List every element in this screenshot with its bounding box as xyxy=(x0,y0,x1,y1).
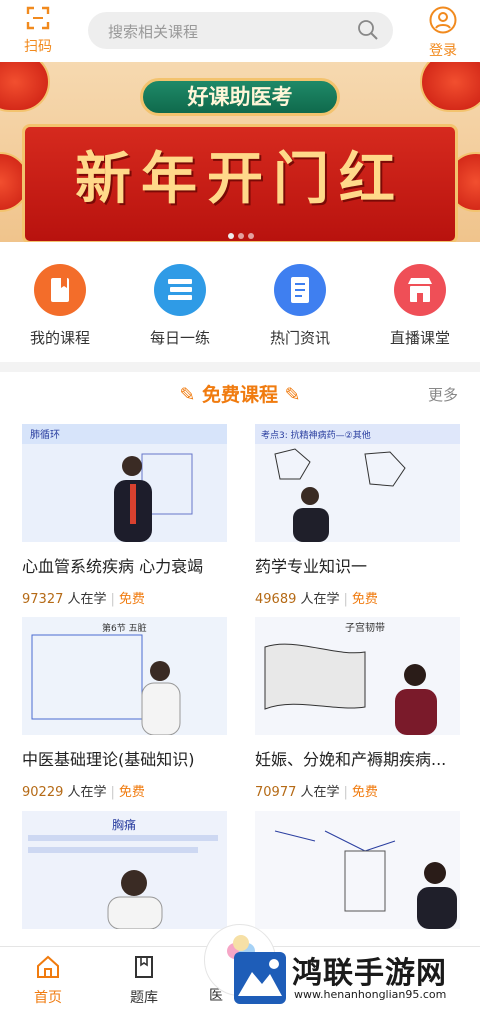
student-count: 90229 xyxy=(22,785,64,800)
watermark-logo-icon xyxy=(234,952,286,1004)
tab-questions[interactable]: 题库 xyxy=(114,955,174,1007)
thumb-text: 肺循环 xyxy=(30,428,60,441)
banner-pagination xyxy=(226,224,256,242)
thumb-text: 子宫韧带 xyxy=(345,621,385,634)
course-meta: 70977 人在学 | 免费 xyxy=(255,785,378,800)
price-badge: 免费 xyxy=(351,785,378,800)
app-page: 扫码 搜索相关课程 登录 好课助医考 新年开门红 我的课程 每日一练 热门资讯 … xyxy=(0,0,480,1012)
course-meta: 49689 人在学 | 免费 xyxy=(255,592,378,607)
search-bar[interactable]: 搜索相关课程 xyxy=(88,12,393,49)
course-thumbnail[interactable]: 子宫韧带 xyxy=(255,617,460,735)
nav-daily-practice[interactable]: 每日一练 xyxy=(130,264,230,348)
course-meta: 97327 人在学 | 免费 xyxy=(22,592,145,607)
student-suffix: 人在学 xyxy=(300,785,340,800)
section-divider xyxy=(0,362,480,372)
scan-button[interactable]: 扫码 xyxy=(14,6,62,56)
course-card[interactable]: 第6节 五脏 中医基础理论(基础知识) 90229 人在学 | 免费 xyxy=(22,617,227,800)
course-card[interactable]: 子宫韧带 妊娠、分娩和产褥期疾病... 70977 人在学 | 免费 xyxy=(255,617,460,800)
student-count: 97327 xyxy=(22,592,64,607)
student-suffix: 人在学 xyxy=(67,592,107,607)
student-suffix: 人在学 xyxy=(67,785,107,800)
lantern-left-icon xyxy=(0,62,50,112)
pencil-right-icon: ✎ xyxy=(278,384,301,406)
banner-dot-1[interactable] xyxy=(228,233,234,239)
course-title: 心血管系统疾病 心力衰竭 xyxy=(22,557,204,576)
top-header: 扫码 搜索相关课程 登录 xyxy=(0,0,480,62)
course-card[interactable]: 考点3: 抗精神病药—②其他 药学专业知识一 49689 人在学 | 免费 xyxy=(255,424,460,607)
watermark: 鸿联手游网 www.henanhonglian95.com xyxy=(232,948,472,1008)
course-meta: 90229 人在学 | 免费 xyxy=(22,785,145,800)
price-badge: 免费 xyxy=(118,592,145,607)
price-badge: 免费 xyxy=(351,592,378,607)
more-link[interactable]: 更多 xyxy=(428,384,458,405)
tab-label: 首页 xyxy=(34,990,62,1006)
promo-banner[interactable]: 好课助医考 新年开门红 xyxy=(0,62,480,242)
thumb-text: 第6节 五脏 xyxy=(102,622,147,634)
login-button[interactable]: 登录 xyxy=(419,6,467,60)
price-badge: 免费 xyxy=(118,785,145,800)
student-suffix: 人在学 xyxy=(300,592,340,607)
course-title: 药学专业知识一 xyxy=(255,557,368,576)
nav-label: 每日一练 xyxy=(149,329,210,347)
tab-label: 题库 xyxy=(130,990,158,1006)
quick-nav: 我的课程 每日一练 热门资讯 直播课堂 xyxy=(0,246,480,358)
course-card[interactable]: 胸痛 xyxy=(22,811,227,941)
nav-label: 直播课堂 xyxy=(389,329,450,347)
section-title-wrap: ✎ 免费课程 ✎ xyxy=(0,380,480,407)
free-courses-header: ✎ 免费课程 ✎ 更多 xyxy=(0,378,480,410)
course-thumbnail[interactable] xyxy=(255,811,460,929)
course-card[interactable]: 肺循环 心血管系统疾病 心力衰竭 97327 人在学 | 免费 xyxy=(22,424,227,607)
thumb-text: 胸痛 xyxy=(112,817,136,832)
course-title: 中医基础理论(基础知识) xyxy=(22,750,195,769)
student-count: 49689 xyxy=(255,592,297,607)
document-icon xyxy=(274,264,326,316)
lantern-right-icon xyxy=(420,62,480,112)
thumb-text: 考点3: 抗精神病药—②其他 xyxy=(261,429,371,441)
scan-label: 扫码 xyxy=(24,39,52,55)
course-thumbnail[interactable]: 第6节 五脏 xyxy=(22,617,227,735)
course-thumbnail[interactable]: 肺循环 xyxy=(22,424,227,542)
home-icon xyxy=(37,955,59,978)
banner-dot-2[interactable] xyxy=(238,233,244,239)
scan-icon xyxy=(26,6,50,30)
pencil-left-icon: ✎ xyxy=(179,384,202,406)
bookmark-book-icon xyxy=(34,264,86,316)
course-thumbnail[interactable]: 胸痛 xyxy=(22,811,227,929)
watermark-url: www.henanhonglian95.com xyxy=(294,988,447,1001)
course-card[interactable] xyxy=(255,811,460,941)
login-label: 登录 xyxy=(429,43,457,59)
nav-label: 热门资讯 xyxy=(269,329,330,347)
course-thumbnail[interactable]: 考点3: 抗精神病药—②其他 xyxy=(255,424,460,542)
banner-dot-3[interactable] xyxy=(248,233,254,239)
watermark-name: 鸿联手游网 xyxy=(292,956,447,991)
search-placeholder: 搜索相关课程 xyxy=(108,23,199,41)
student-count: 70977 xyxy=(255,785,297,800)
banner-ribbon: 好课助医考 xyxy=(140,78,340,116)
books-icon xyxy=(154,264,206,316)
store-icon xyxy=(394,264,446,316)
banner-title: 新年开门红 xyxy=(75,146,405,212)
nav-hot-news[interactable]: 热门资讯 xyxy=(250,264,350,348)
nav-label: 我的课程 xyxy=(29,329,90,347)
book-icon xyxy=(135,956,153,978)
nav-my-courses[interactable]: 我的课程 xyxy=(10,264,110,348)
search-icon[interactable] xyxy=(357,19,379,45)
tab-home[interactable]: 首页 xyxy=(18,955,78,1007)
user-icon xyxy=(429,6,457,34)
section-title: 免费课程 xyxy=(201,384,278,406)
nav-live-class[interactable]: 直播课堂 xyxy=(370,264,470,348)
course-title: 妊娠、分娩和产褥期疾病... xyxy=(255,750,447,769)
